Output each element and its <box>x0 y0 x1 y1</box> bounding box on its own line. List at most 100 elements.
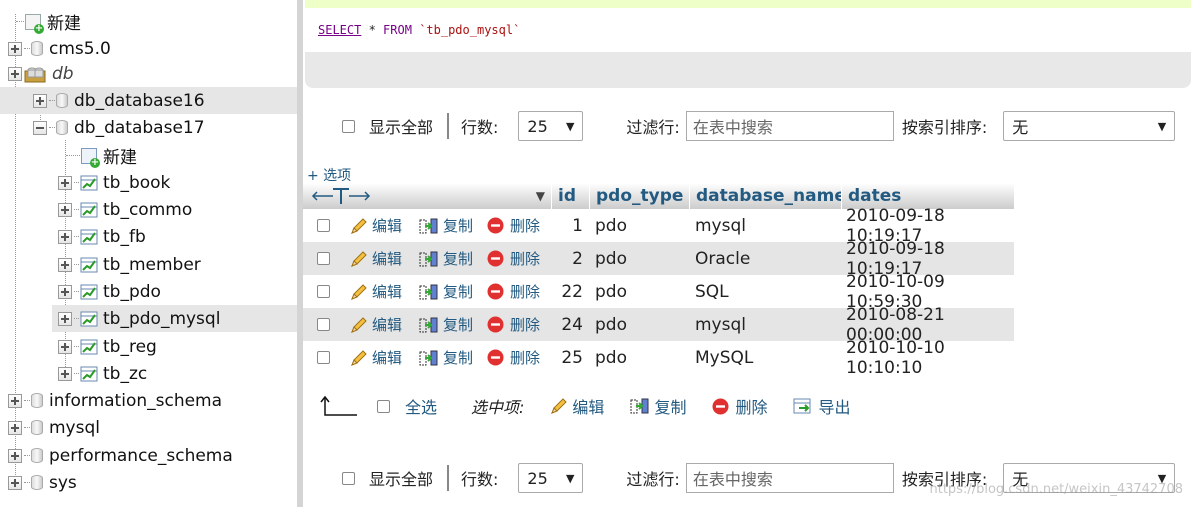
expand-icon[interactable] <box>58 229 72 244</box>
edit-link[interactable]: 编辑 <box>372 215 402 236</box>
row-edit-action[interactable]: 编辑 <box>350 341 402 374</box>
copy-link[interactable]: 复制 <box>443 248 473 269</box>
tree-item-mysql[interactable]: mysql <box>0 414 305 441</box>
copy-link[interactable]: 复制 <box>443 215 473 236</box>
copy-link[interactable]: 复制 <box>443 314 473 335</box>
sql-query-text[interactable]: SELECT * FROM `tb_pdo_mysql` <box>318 23 520 37</box>
expand-icon[interactable] <box>58 339 72 354</box>
expand-icon[interactable] <box>58 257 72 272</box>
rows-select[interactable]: 25 ▼ <box>518 463 584 493</box>
edit-link[interactable]: 编辑 <box>372 248 402 269</box>
tree-item-performance-schema[interactable]: performance_schema <box>0 442 305 469</box>
expand-icon[interactable] <box>8 475 22 490</box>
delete-link[interactable]: 删除 <box>510 248 540 269</box>
collapse-icon[interactable] <box>33 120 47 135</box>
tree-item-tb-pdo-mysql[interactable]: tb_pdo_mysql <box>52 305 303 332</box>
tree-connector <box>24 455 30 456</box>
table-icon <box>80 339 98 354</box>
column-header-database-name[interactable]: database_name <box>689 183 846 209</box>
copy-link[interactable]: 复制 <box>443 281 473 302</box>
bulk-export-button[interactable]: 导出 <box>818 394 850 418</box>
delete-link[interactable]: 删除 <box>510 314 540 335</box>
expand-icon[interactable] <box>8 393 22 408</box>
bulk-copy-button[interactable]: 复制 <box>654 394 686 418</box>
sort-arrow-icon[interactable]: ▼ <box>536 189 545 203</box>
table-row[interactable]: 编辑 复制 删除 1 pdo mysql 2010-09-18 10:19:17 <box>303 205 1014 246</box>
new-icon <box>25 13 44 34</box>
row-edit-action[interactable]: 编辑 <box>350 209 402 242</box>
delete-link[interactable]: 删除 <box>510 347 540 368</box>
row-delete-action[interactable]: 删除 <box>487 341 540 374</box>
row-checkbox[interactable] <box>317 219 330 232</box>
expand-icon[interactable] <box>58 175 72 190</box>
tree-item-db-group[interactable]: db <box>0 60 305 87</box>
filter-input[interactable]: 在表中搜索 <box>685 463 894 493</box>
show-all-checkbox[interactable] <box>342 119 355 133</box>
row-copy-action[interactable]: 复制 <box>419 275 473 308</box>
row-edit-action[interactable]: 编辑 <box>350 308 402 341</box>
tree-connector <box>24 427 30 428</box>
row-checkbox[interactable] <box>317 351 330 364</box>
row-copy-action[interactable]: 复制 <box>419 209 473 242</box>
row-copy-action[interactable]: 复制 <box>419 308 473 341</box>
show-all-checkbox[interactable] <box>342 471 355 485</box>
sort-select[interactable]: 无 ▼ <box>1003 111 1176 141</box>
tree-item-label: tb_book <box>103 172 171 193</box>
row-delete-action[interactable]: 删除 <box>487 209 540 242</box>
row-edit-action[interactable]: 编辑 <box>350 242 402 275</box>
expand-icon[interactable] <box>58 311 72 326</box>
row-edit-action[interactable]: 编辑 <box>350 275 402 308</box>
expand-icon[interactable] <box>58 202 72 217</box>
bulk-edit-button[interactable]: 编辑 <box>572 394 604 418</box>
table-row[interactable]: 编辑 复制 删除 2 pdo Oracle 2010-09-18 10:19:17 <box>303 238 1014 279</box>
tree-item-label: db_database16 <box>74 90 205 111</box>
expand-icon[interactable] <box>8 448 22 463</box>
row-checkbox[interactable] <box>317 318 330 331</box>
delete-link[interactable]: 删除 <box>510 281 540 302</box>
tree-item-db-database16[interactable]: db_database16 <box>0 87 330 114</box>
tree-item-db-database17[interactable]: db_database17 <box>0 114 330 141</box>
cell-id: 24 <box>561 314 583 335</box>
tree-item-new-db[interactable]: 新建 <box>0 8 313 35</box>
bulk-delete-button[interactable]: 删除 <box>735 394 767 418</box>
edit-icon <box>351 349 367 366</box>
select-all-link[interactable]: 全选 <box>405 394 437 418</box>
delete-icon <box>487 250 504 267</box>
tree-item-sys[interactable]: sys <box>0 469 305 496</box>
column-header-id[interactable]: id <box>551 183 589 209</box>
row-checkbox[interactable] <box>317 252 330 265</box>
expand-icon[interactable] <box>8 41 22 56</box>
select-all-checkbox[interactable] <box>377 399 390 413</box>
tree-item-cms50[interactable]: cms5.0 <box>0 35 305 62</box>
options-link[interactable]: + 选项 <box>307 165 351 185</box>
cell-dates: 2010-09-18 10:19:17 <box>846 238 945 279</box>
expand-icon[interactable] <box>8 420 22 435</box>
edit-link[interactable]: 编辑 <box>372 281 402 302</box>
table-row[interactable]: 编辑 复制 删除 25 pdo MySQL 2010-10-10 10:10:10 <box>303 338 1014 378</box>
cell-pdo-type: pdo <box>595 215 627 236</box>
copy-link[interactable]: 复制 <box>443 347 473 368</box>
edit-link[interactable]: 编辑 <box>372 347 402 368</box>
expand-icon[interactable] <box>58 284 72 299</box>
table-row[interactable]: 编辑 复制 删除 22 pdo SQL 2010-10-09 10:59:30 <box>303 272 1014 312</box>
row-copy-action[interactable]: 复制 <box>419 242 473 275</box>
column-resize-icon[interactable] <box>311 187 371 205</box>
filter-input[interactable]: 在表中搜索 <box>685 111 894 141</box>
cell-dates: 2010-09-18 10:19:17 <box>846 205 945 246</box>
row-delete-action[interactable]: 删除 <box>487 275 540 308</box>
delete-link[interactable]: 删除 <box>510 215 540 236</box>
row-checkbox-cell <box>317 308 330 341</box>
row-delete-action[interactable]: 删除 <box>487 242 540 275</box>
row-delete-action[interactable]: 删除 <box>487 308 540 341</box>
row-copy-action[interactable]: 复制 <box>419 341 473 374</box>
row-checkbox[interactable] <box>317 285 330 298</box>
tree-item-information-schema[interactable]: information_schema <box>0 387 305 414</box>
expand-icon[interactable] <box>33 93 47 108</box>
expand-icon[interactable] <box>8 66 22 81</box>
expand-icon[interactable] <box>58 366 72 381</box>
sql-keyword-select[interactable]: SELECT <box>318 23 361 37</box>
edit-link[interactable]: 编辑 <box>372 314 402 335</box>
rows-select[interactable]: 25 ▼ <box>518 111 584 141</box>
table-row[interactable]: 编辑 复制 删除 24 pdo mysql 2010-08-21 00:00:00 <box>303 305 1014 345</box>
column-header-pdo-type[interactable]: pdo_type <box>589 183 689 209</box>
